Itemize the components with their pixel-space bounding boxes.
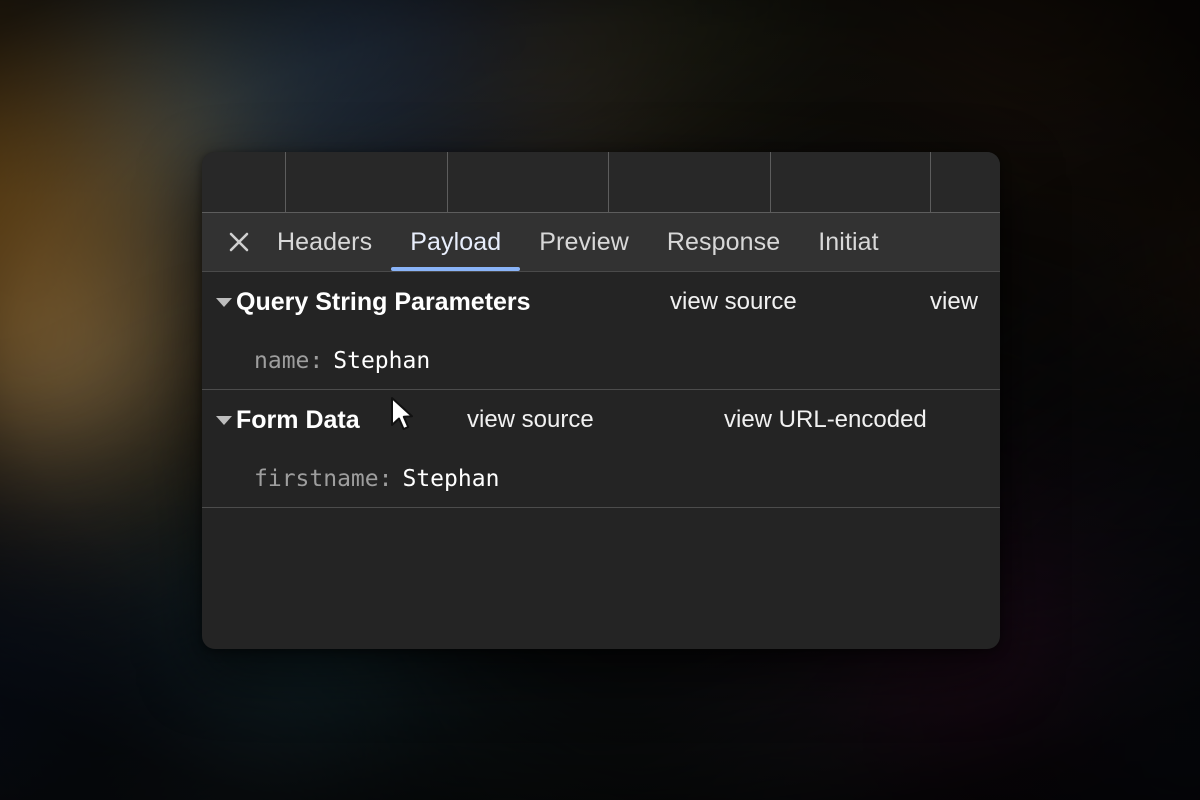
tab-initiator-label: Initiat [818, 227, 879, 256]
param-value: Stephan [402, 465, 500, 492]
section-form-data: Form Data view source view URL-encoded f… [202, 390, 1000, 507]
devtools-panel: Headers Payload Preview Response Initiat… [202, 152, 1000, 649]
section-query-string-parameters: Query String Parameters view source view… [202, 272, 1000, 389]
column-header-cell[interactable] [448, 152, 609, 212]
param-key: name: [254, 347, 324, 374]
view-url-encoded-link[interactable]: view [930, 288, 978, 316]
section-title: Form Data [236, 405, 360, 434]
param-value: Stephan [333, 347, 431, 374]
section-title: Query String Parameters [236, 287, 531, 316]
column-header-cell[interactable] [771, 152, 931, 212]
column-header-cell[interactable] [931, 152, 1000, 212]
tab-headers[interactable]: Headers [258, 213, 391, 271]
view-url-encoded-link[interactable]: view URL-encoded [724, 406, 927, 434]
view-source-link[interactable]: view source [670, 288, 797, 316]
tab-initiator[interactable]: Initiat [799, 213, 897, 271]
column-header-cell[interactable] [202, 152, 286, 212]
chevron-down-icon[interactable] [216, 415, 232, 425]
screen-root: Headers Payload Preview Response Initiat… [0, 0, 1200, 800]
close-icon[interactable] [220, 223, 258, 261]
tab-response[interactable]: Response [648, 213, 799, 271]
section-header[interactable]: Form Data view source view URL-encoded [202, 390, 1000, 450]
network-table-column-header [202, 152, 1000, 213]
payload-empty-area [202, 508, 1000, 621]
payload-param-row[interactable]: firstname: Stephan [202, 450, 1000, 507]
tab-payload[interactable]: Payload [391, 213, 521, 271]
tab-response-label: Response [666, 227, 781, 256]
view-source-link[interactable]: view source [467, 406, 594, 434]
tab-preview-label: Preview [539, 227, 629, 256]
column-header-cell[interactable] [609, 152, 771, 212]
payload-content: Query String Parameters view source view… [202, 272, 1000, 621]
section-header[interactable]: Query String Parameters view source view [202, 272, 1000, 332]
tab-payload-label: Payload [410, 227, 502, 256]
request-detail-tab-bar: Headers Payload Preview Response Initiat [202, 213, 1000, 272]
tab-headers-label: Headers [277, 227, 373, 256]
payload-param-row[interactable]: name: Stephan [202, 332, 1000, 389]
chevron-down-icon[interactable] [216, 297, 232, 307]
column-header-cell[interactable] [286, 152, 448, 212]
tab-preview[interactable]: Preview [520, 213, 648, 271]
param-key: firstname: [254, 465, 393, 492]
